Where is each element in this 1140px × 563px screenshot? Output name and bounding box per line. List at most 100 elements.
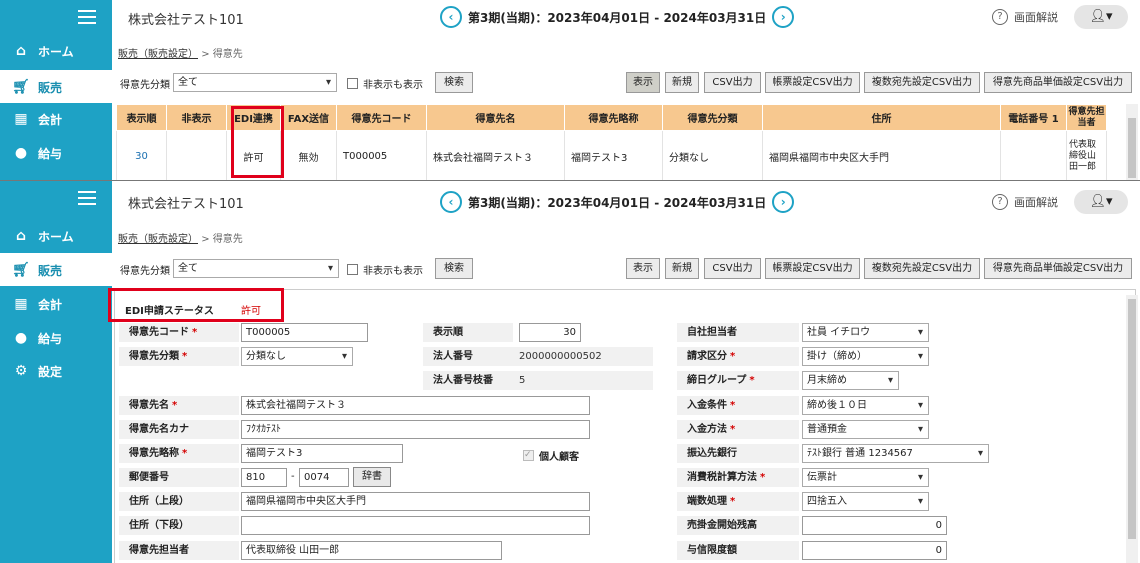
- user-menu-button[interactable]: 👤︎▾: [1074, 5, 1128, 29]
- tax-calc-select[interactable]: 伝票計: [802, 468, 929, 487]
- nav-accounting[interactable]: ▦ 会計: [0, 102, 112, 135]
- col-category[interactable]: 得意先分類: [662, 104, 763, 131]
- money-bag-icon: ●: [14, 145, 28, 161]
- address-1-input[interactable]: 福岡県福岡市中央区大手門: [241, 492, 590, 511]
- label-tax-calc: 消費税計算方法 *: [677, 468, 799, 487]
- calculator-icon: ▦: [14, 111, 28, 127]
- customer-contact-input[interactable]: 代表取締役 山田一郎: [241, 541, 502, 560]
- sidebar: ⌂ ホーム 🛒︎ 販売 ▦ 会計 ● 給与: [0, 0, 112, 180]
- col-fax[interactable]: FAX送信: [280, 104, 337, 131]
- staff-select[interactable]: 社員 イチロウ: [802, 323, 929, 342]
- col-hidden[interactable]: 非表示: [166, 104, 227, 131]
- payment-method-select[interactable]: 普通預金: [802, 420, 929, 439]
- nav-settings[interactable]: ⚙ 設定: [0, 354, 112, 387]
- postal-code-2-input[interactable]: 0074: [299, 468, 349, 487]
- form-csv-export-button[interactable]: 帳票設定CSV出力: [765, 258, 860, 279]
- display-button[interactable]: 表示: [626, 72, 660, 93]
- ar-opening-balance-input[interactable]: 0: [802, 516, 947, 535]
- individual-customer-checkbox[interactable]: ✓ 個人顧客: [523, 448, 579, 463]
- multi-dest-csv-button[interactable]: 複数宛先設定CSV出力: [864, 258, 980, 279]
- prev-period-button[interactable]: ‹: [440, 6, 462, 28]
- customer-code-input[interactable]: T000005: [241, 323, 368, 342]
- help-link[interactable]: ? 画面解説: [992, 9, 1058, 25]
- next-period-button[interactable]: ›: [772, 6, 795, 28]
- customer-name-input[interactable]: 株式会社福岡テスト３: [241, 396, 590, 415]
- customer-detail-screen: ⌂ ホーム 🛒︎ 販売 ▦ 会計 ● 給与 ⚙ 設定 株式会社テスト101 ‹ 第3期(当…: [0, 180, 1140, 563]
- nav-sales[interactable]: 🛒︎ 販売: [0, 70, 112, 103]
- period-text: 第3期(当期)：2023年04月01日 - 2024年03月31日: [468, 10, 767, 25]
- category-select[interactable]: 全て: [173, 73, 337, 92]
- display-button[interactable]: 表示: [626, 258, 660, 279]
- nav-home[interactable]: ⌂ ホーム: [0, 219, 112, 252]
- corporate-branch-value: 5: [513, 371, 653, 390]
- label-customer-contact: 得意先担当者: [119, 541, 239, 560]
- bank-select[interactable]: ﾃｽﾄ銀行 普通 1234567: [802, 444, 989, 463]
- filter-label: 得意先分類: [120, 266, 170, 277]
- label-customer-code: 得意先コード *: [119, 323, 239, 342]
- breadcrumb-link[interactable]: 販売（販売設定）: [118, 49, 198, 60]
- col-address[interactable]: 住所: [762, 104, 1001, 131]
- nav-accounting[interactable]: ▦ 会計: [0, 287, 112, 320]
- col-phone[interactable]: 電話番号 1: [1000, 104, 1067, 131]
- prev-period-button[interactable]: ‹: [440, 191, 462, 213]
- category-select[interactable]: 全て: [173, 259, 339, 278]
- col-order[interactable]: 表示順: [116, 104, 167, 131]
- unit-price-csv-button[interactable]: 得意先商品単価設定CSV出力: [984, 72, 1132, 93]
- label-corporate-number: 法人番号: [423, 347, 513, 366]
- customer-short-name-input[interactable]: 福岡テスト3: [241, 444, 403, 463]
- rounding-select[interactable]: 四捨五入: [802, 492, 929, 511]
- search-button[interactable]: 検索: [435, 258, 473, 279]
- breadcrumb-link[interactable]: 販売（販売設定）: [118, 234, 198, 245]
- show-hidden-checkbox[interactable]: 非表示も表示: [347, 262, 423, 277]
- payment-terms-select[interactable]: 締め後１０日: [802, 396, 929, 415]
- col-short-name[interactable]: 得意先略称: [564, 104, 663, 131]
- customer-kana-input[interactable]: ﾌｸｵｶﾃｽﾄ: [241, 420, 590, 439]
- customer-category-select[interactable]: 分類なし: [241, 347, 353, 366]
- col-code[interactable]: 得意先コード: [336, 104, 427, 131]
- nav-sales[interactable]: 🛒︎ 販売: [0, 253, 112, 286]
- col-name[interactable]: 得意先名: [426, 104, 565, 131]
- period-selector: ‹ 第3期(当期)：2023年04月01日 - 2024年03月31日 ›: [440, 6, 795, 28]
- unit-price-csv-button[interactable]: 得意先商品単価設定CSV出力: [984, 258, 1132, 279]
- csv-export-button[interactable]: CSV出力: [704, 72, 761, 93]
- hamburger-menu-icon[interactable]: [78, 10, 96, 24]
- credit-limit-input[interactable]: 0: [802, 541, 947, 560]
- user-menu-button[interactable]: 👤︎▾: [1074, 190, 1128, 214]
- display-order-input[interactable]: 30: [519, 323, 581, 342]
- col-contact[interactable]: 得意先担当者: [1066, 104, 1107, 131]
- table-scrollbar[interactable]: [1126, 104, 1138, 180]
- nav-payroll[interactable]: ● 給与: [0, 321, 112, 354]
- postal-code-1-input[interactable]: 810: [241, 468, 287, 487]
- dictionary-button[interactable]: 辞書: [353, 467, 391, 487]
- form-csv-export-button[interactable]: 帳票設定CSV出力: [765, 72, 860, 93]
- user-icon: 👤︎▾: [1089, 194, 1113, 209]
- form-scrollbar[interactable]: [1126, 295, 1138, 563]
- nav-home[interactable]: ⌂ ホーム: [0, 34, 112, 67]
- label-payment-method: 入金方法 *: [677, 420, 799, 439]
- multi-dest-csv-button[interactable]: 複数宛先設定CSV出力: [864, 72, 980, 93]
- highlight-edi-column: [231, 106, 284, 178]
- topbar: 株式会社テスト101 ‹ 第3期(当期)：2023年04月01日 - 2024年…: [112, 181, 1140, 215]
- company-name: 株式会社テスト101: [128, 197, 244, 212]
- show-hidden-checkbox[interactable]: 非表示も表示: [347, 76, 423, 91]
- hamburger-menu-icon[interactable]: [78, 191, 96, 205]
- closing-group-select[interactable]: 月末締め: [802, 371, 899, 390]
- csv-export-button[interactable]: CSV出力: [704, 258, 761, 279]
- label-bank: 振込先銀行: [677, 444, 799, 463]
- label-display-order: 表示順: [423, 323, 513, 342]
- label-ar-opening-balance: 売掛金開始残高: [677, 516, 799, 535]
- search-button[interactable]: 検索: [435, 72, 473, 93]
- address-2-input[interactable]: [241, 516, 590, 535]
- period-selector: ‹ 第3期(当期)：2023年04月01日 - 2024年03月31日 ›: [440, 191, 795, 213]
- gear-icon: ⚙: [14, 363, 28, 379]
- new-button[interactable]: 新規: [665, 72, 699, 93]
- new-button[interactable]: 新規: [665, 258, 699, 279]
- billing-type-select[interactable]: 掛け（締め）: [802, 347, 929, 366]
- company-name: 株式会社テスト101: [128, 13, 244, 28]
- help-link[interactable]: ? 画面解説: [992, 194, 1058, 210]
- highlight-edi-status: [108, 288, 284, 322]
- nav-payroll[interactable]: ● 給与: [0, 136, 112, 169]
- label-corporate-branch: 法人番号枝番: [423, 371, 513, 390]
- next-period-button[interactable]: ›: [772, 191, 795, 213]
- filter-bar: 得意先分類 全て 非表示も表示 検索 表示 新規 CSV出力 帳票設定CSV出力…: [118, 72, 1140, 94]
